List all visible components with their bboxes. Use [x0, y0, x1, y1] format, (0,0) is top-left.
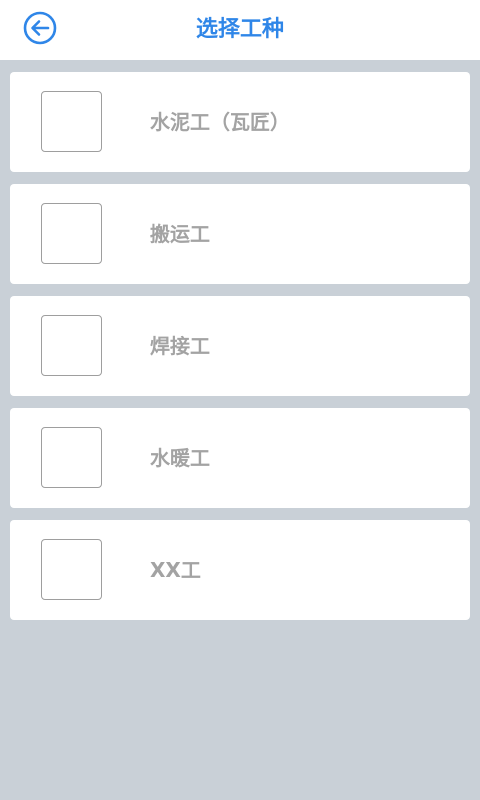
- job-option-label: 水泥工（瓦匠）: [150, 110, 290, 134]
- job-option-porter[interactable]: 搬运工: [10, 184, 470, 284]
- header-bar: 选择工种: [0, 0, 480, 60]
- job-option-label: 水暖工: [150, 446, 210, 470]
- job-option-cement-worker[interactable]: 水泥工（瓦匠）: [10, 72, 470, 172]
- job-option-label: 搬运工: [150, 222, 210, 246]
- job-option-label: 焊接工: [150, 334, 210, 358]
- checkbox[interactable]: [41, 203, 102, 264]
- checkbox[interactable]: [41, 315, 102, 376]
- checkbox[interactable]: [41, 91, 102, 152]
- page-title: 选择工种: [195, 17, 284, 42]
- job-option-xx-worker[interactable]: XX工: [10, 520, 470, 620]
- job-type-list: 水泥工（瓦匠） 搬运工 焊接工 水暖工 XX工: [10, 72, 470, 632]
- job-option-plumber[interactable]: 水暖工: [10, 408, 470, 508]
- job-option-label: XX工: [150, 558, 201, 582]
- checkbox[interactable]: [41, 427, 102, 488]
- checkbox[interactable]: [41, 539, 102, 600]
- job-option-welder[interactable]: 焊接工: [10, 296, 470, 396]
